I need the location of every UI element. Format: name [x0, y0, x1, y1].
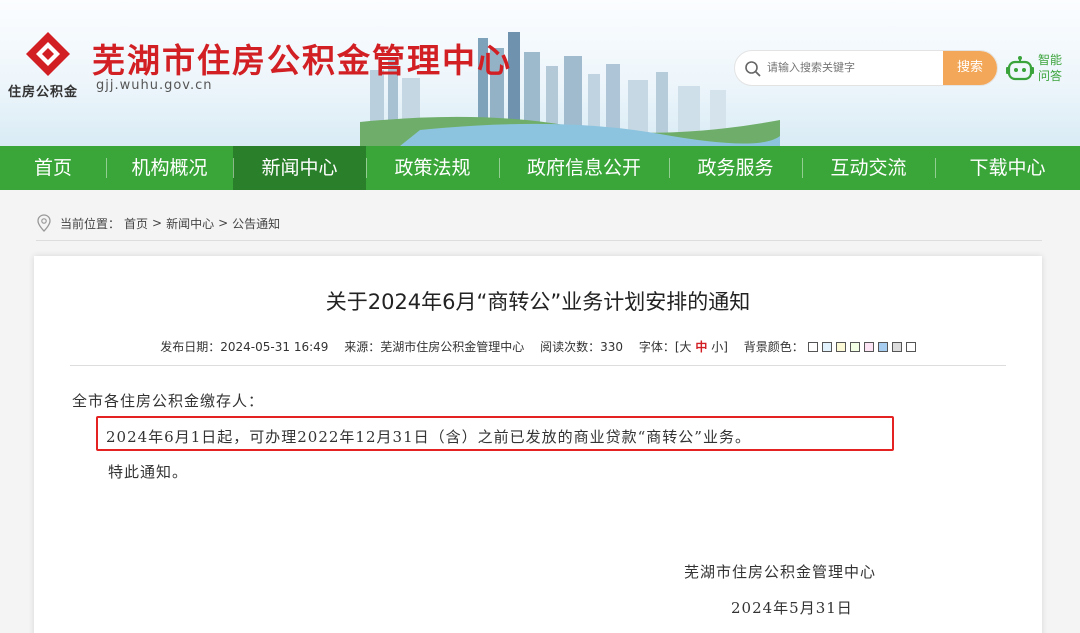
search-box: 搜索 [734, 50, 998, 86]
font-size-medium[interactable]: 中 [695, 340, 707, 354]
article-card: 关于2024年6月“商转公”业务计划安排的通知 发布日期：2024-05-31 … [34, 256, 1042, 633]
bg-color-swatch[interactable] [849, 342, 860, 352]
article-source: 来源：芜湖市住房公积金管理中心 [344, 340, 525, 354]
bg-color-swatch[interactable] [905, 342, 916, 352]
location-pin-icon [37, 214, 51, 232]
nav-item-services[interactable]: 政务服务 [669, 146, 802, 190]
assistant-link[interactable]: 智能问答 [1038, 52, 1068, 84]
font-size-small[interactable]: 小] [711, 340, 728, 354]
nav-item-interaction[interactable]: 互动交流 [802, 146, 935, 190]
bg-color-swatch[interactable] [863, 342, 874, 352]
site-domain: gjj.wuhu.gov.cn [96, 78, 213, 93]
breadcrumb-divider [36, 240, 1042, 241]
breadcrumb-label: 当前位置： [60, 216, 121, 231]
nav-item-policy[interactable]: 政策法规 [366, 146, 499, 190]
breadcrumb-separator: > [218, 216, 229, 230]
site-header: 住房公积金 芜湖市住房公积金管理中心 gjj.wuhu.gov.cn 搜索 智能… [0, 0, 1080, 146]
article-body-line: 2024年6月1日起，可办理2022年12月31日（含）之前已发放的商业贷款“商… [106, 428, 751, 446]
bg-color-swatches [804, 340, 916, 354]
publish-date: 发布日期：2024-05-31 16:49 [160, 340, 329, 354]
article-closing: 特此通知。 [108, 463, 189, 481]
font-size-label: 字体： [638, 340, 675, 354]
article-signature: 芜湖市住房公积金管理中心 [684, 563, 877, 581]
font-size-large[interactable]: [大 [675, 340, 692, 354]
nav-item-downloads[interactable]: 下载中心 [935, 146, 1080, 190]
nav-item-home[interactable]: 首页 [0, 146, 106, 190]
nav-item-about[interactable]: 机构概况 [106, 146, 233, 190]
breadcrumb-notices[interactable]: 公告通知 [232, 215, 280, 232]
article-greeting: 全市各住房公积金缴存人： [72, 392, 265, 410]
meta-divider [70, 365, 1006, 366]
article-meta: 发布日期：2024-05-31 16:49 来源：芜湖市住房公积金管理中心 阅读… [34, 338, 1042, 355]
housing-fund-logo-icon [26, 32, 70, 76]
bg-color-swatch[interactable] [807, 342, 818, 352]
nav-item-gov-info[interactable]: 政府信息公开 [499, 146, 669, 190]
bg-color-swatch[interactable] [821, 342, 832, 352]
breadcrumb-home[interactable]: 首页 [124, 215, 148, 232]
bg-color-swatch[interactable] [835, 342, 846, 352]
site-title[interactable]: 芜湖市住房公积金管理中心 [92, 34, 512, 82]
search-input[interactable] [767, 51, 943, 85]
article-sign-date: 2024年5月31日 [731, 599, 853, 617]
search-button[interactable]: 搜索 [943, 51, 997, 85]
bg-color-label: 背景颜色： [743, 340, 804, 354]
robot-icon[interactable] [1006, 56, 1034, 82]
read-count: 阅读次数：330 [540, 340, 623, 354]
bg-color-swatch[interactable] [877, 342, 888, 352]
logo-caption: 住房公积金 [8, 85, 79, 100]
bg-color-swatch[interactable] [891, 342, 902, 352]
breadcrumb: 当前位置： 首页 > 新闻中心 > 公告通知 [36, 213, 284, 233]
article-title: 关于2024年6月“商转公”业务计划安排的通知 [325, 290, 751, 314]
nav-item-news[interactable]: 新闻中心 [233, 146, 366, 190]
breadcrumb-news[interactable]: 新闻中心 [166, 215, 214, 232]
search-icon [745, 61, 761, 77]
breadcrumb-separator: > [152, 216, 163, 230]
main-nav: 首页 机构概况 新闻中心 政策法规 政府信息公开 政务服务 互动交流 下载中心 [0, 146, 1080, 190]
